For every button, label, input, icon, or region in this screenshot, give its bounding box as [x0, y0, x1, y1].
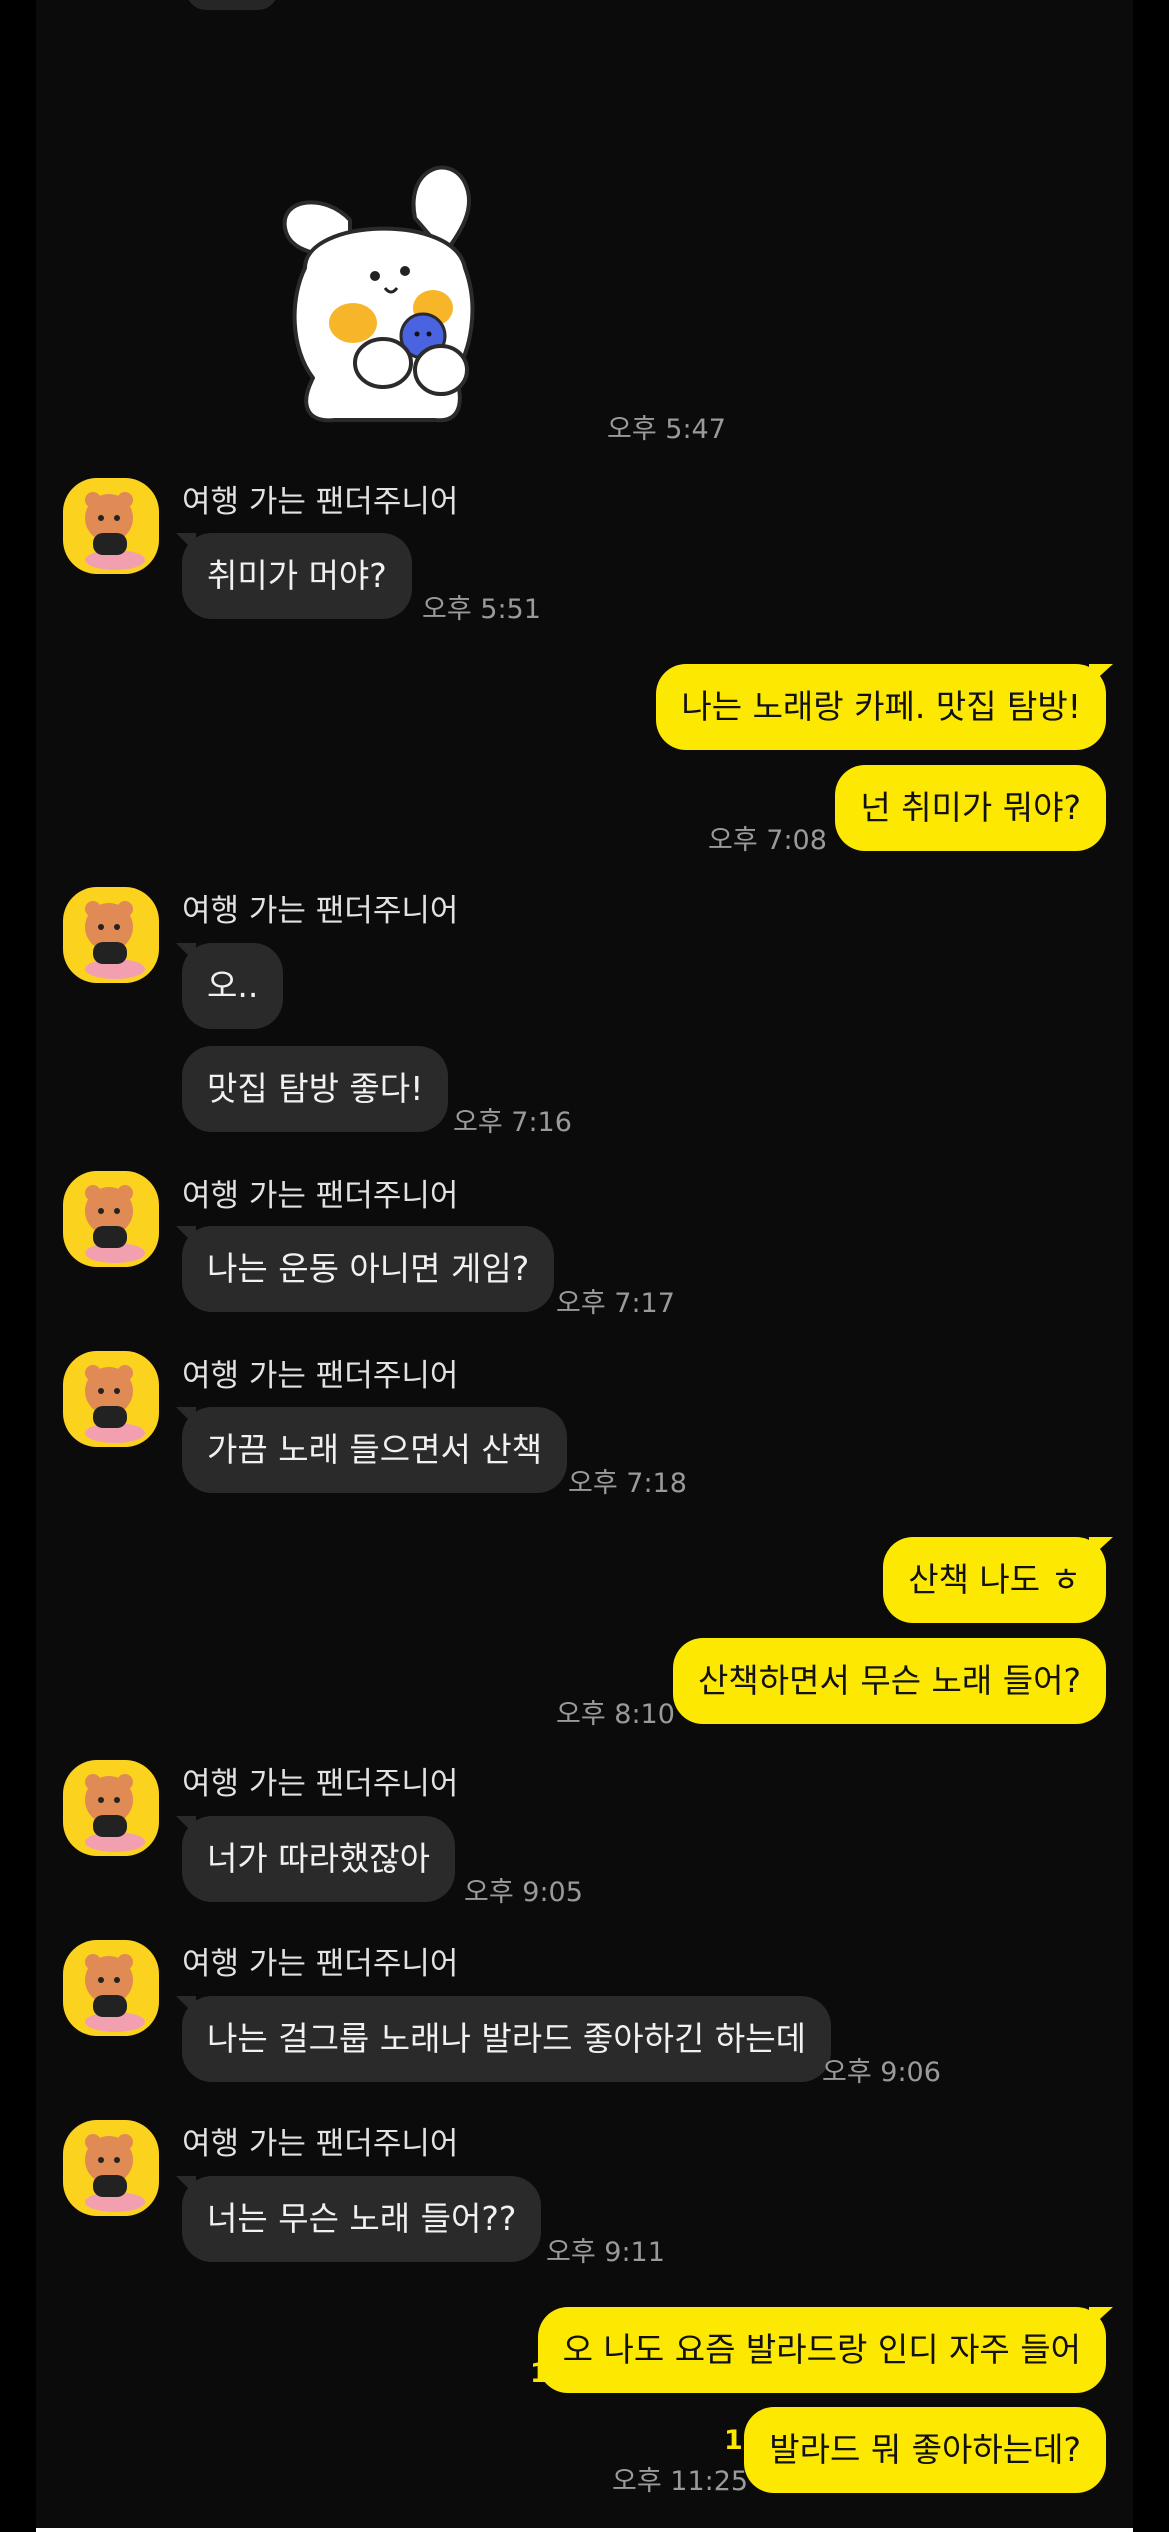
- outgoing-message[interactable]: 발라드 뭐 좋아하는데?: [744, 2407, 1106, 2493]
- sender-avatar[interactable]: [63, 1171, 159, 1267]
- outgoing-message[interactable]: 산책하면서 무슨 노래 들어?: [673, 1638, 1106, 1724]
- panda-junior-avatar-icon: [85, 2134, 145, 2212]
- home-indicator-line: [36, 2528, 1133, 2532]
- sender-name: 여행 가는 팬더주니어: [182, 1766, 459, 1802]
- sender-name: 여행 가는 팬더주니어: [182, 1178, 459, 1214]
- right-margin: [1133, 0, 1169, 2532]
- sender-name: 여행 가는 팬더주니어: [182, 484, 459, 520]
- incoming-message[interactable]: 나는 운동 아니면 게임?: [182, 1226, 555, 1312]
- message-timestamp: 오후 9:11: [546, 2237, 665, 2268]
- outgoing-message[interactable]: 넌 취미가 뭐야?: [835, 765, 1106, 851]
- message-timestamp: 오후 5:51: [422, 594, 541, 625]
- sticker-timestamp: 오후 5:47: [607, 414, 726, 445]
- bunny-sticker[interactable]: [265, 158, 495, 438]
- incoming-message[interactable]: 맛집 탐방 좋다!: [182, 1046, 449, 1132]
- sender-avatar[interactable]: [63, 1940, 159, 2036]
- sender-avatar[interactable]: [63, 2120, 159, 2216]
- panda-junior-avatar-icon: [85, 901, 145, 979]
- panda-junior-avatar-icon: [85, 492, 145, 570]
- sender-name: 여행 가는 팬더주니어: [182, 2126, 459, 2162]
- outgoing-message[interactable]: 산책 나도 ㅎ: [883, 1537, 1106, 1623]
- message-timestamp: 오후 7:16: [453, 1107, 572, 1138]
- panda-junior-avatar-icon: [85, 1185, 145, 1263]
- outgoing-message[interactable]: 나는 노래랑 카페. 맛집 탐방!: [656, 664, 1106, 750]
- sender-name: 여행 가는 팬더주니어: [182, 893, 459, 929]
- outgoing-message[interactable]: 오 나도 요즘 발라드랑 인디 자주 들어: [537, 2307, 1106, 2393]
- sender-avatar[interactable]: [63, 478, 159, 574]
- sender-name: 여행 가는 팬더주니어: [182, 1946, 459, 1982]
- message-timestamp: 오후 7:18: [568, 1468, 687, 1499]
- message-timestamp: 오후 11:25: [612, 2466, 749, 2497]
- sender-avatar[interactable]: [63, 887, 159, 983]
- incoming-message[interactable]: 너가 따라했잖아: [182, 1816, 456, 1902]
- sender-avatar[interactable]: [63, 1760, 159, 1856]
- panda-junior-avatar-icon: [85, 1365, 145, 1443]
- incoming-message[interactable]: 오..: [182, 943, 284, 1029]
- unread-count: 1: [530, 2358, 549, 2389]
- message-timestamp: 오후 7:08: [708, 825, 827, 856]
- unread-count: 1: [724, 2425, 743, 2456]
- previous-message-bubble[interactable]: [186, 0, 278, 10]
- panda-junior-avatar-icon: [85, 1774, 145, 1852]
- left-margin: [0, 0, 36, 2532]
- incoming-message[interactable]: 가끔 노래 들으면서 산책: [182, 1407, 568, 1493]
- incoming-message[interactable]: 취미가 머야?: [182, 533, 412, 619]
- panda-junior-avatar-icon: [85, 1954, 145, 2032]
- incoming-message[interactable]: 너는 무슨 노래 들어??: [182, 2176, 542, 2262]
- message-timestamp: 오후 8:10: [556, 1699, 675, 1730]
- message-timestamp: 오후 9:06: [822, 2057, 941, 2088]
- message-timestamp: 오후 7:17: [556, 1288, 675, 1319]
- message-timestamp: 오후 9:05: [464, 1877, 583, 1908]
- sender-name: 여행 가는 팬더주니어: [182, 1358, 459, 1394]
- sender-avatar[interactable]: [63, 1351, 159, 1447]
- incoming-message[interactable]: 나는 걸그룹 노래나 발라드 좋아하긴 하는데: [182, 1996, 831, 2082]
